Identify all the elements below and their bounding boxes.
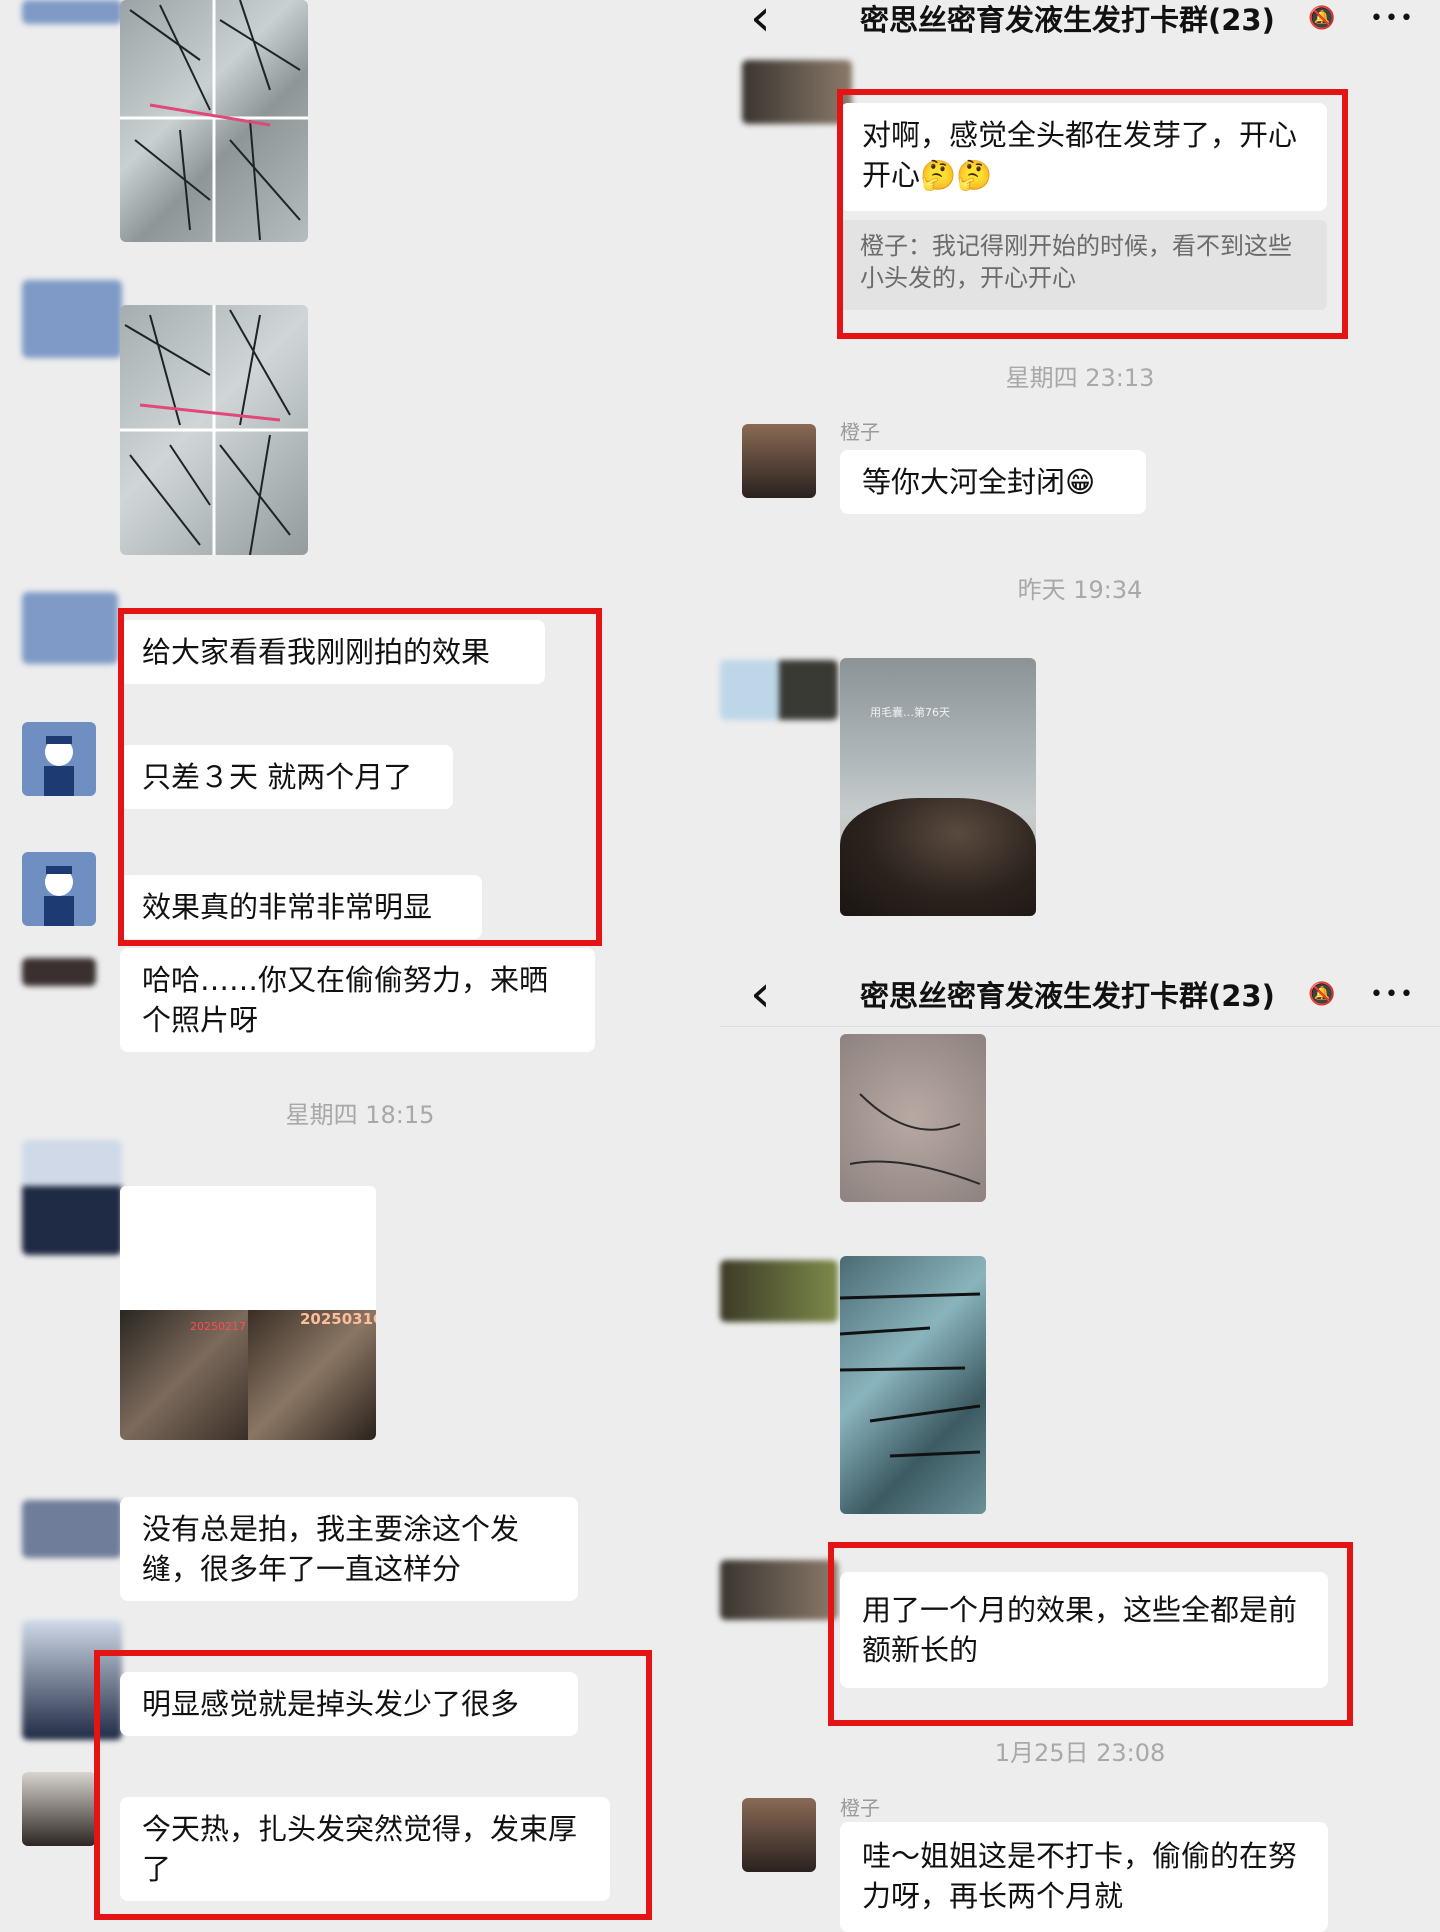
message-bubble[interactable]: 哈哈……你又在偷偷努力，来晒个照片呀	[120, 948, 595, 1052]
avatar-blurred[interactable]	[742, 60, 852, 124]
avatar-cartoon[interactable]	[22, 852, 96, 926]
avatar-blurred[interactable]	[22, 0, 122, 24]
scalp-closeup-image[interactable]	[840, 1034, 986, 1202]
photo-date-label: 20250217	[190, 1320, 246, 1333]
scalp-closeup-image[interactable]	[840, 1256, 986, 1514]
avatar-blurred[interactable]	[22, 280, 122, 358]
avatar-blurred[interactable]	[22, 592, 118, 664]
more-options-icon[interactable]: •••	[1370, 6, 1415, 31]
hair-scan-image[interactable]	[120, 305, 308, 555]
message-bubble[interactable]: 哇～姐姐这是不打卡，偷偷的在努力呀，再长两个月就	[840, 1822, 1328, 1932]
mute-icon: 🔕	[1308, 981, 1336, 1007]
avatar-photo[interactable]	[22, 1772, 96, 1846]
hair-part-photo-2[interactable]	[248, 1310, 376, 1440]
hair-scan-image[interactable]	[120, 0, 308, 242]
chat-title: 密思丝密育发液生发打卡群(23)	[860, 979, 1275, 1013]
scalp-photo[interactable]: 用毛囊…第76天	[840, 658, 1036, 916]
cartoon-icon	[44, 736, 74, 796]
timestamp: 昨天 19:34	[1017, 576, 1143, 604]
avatar-blurred[interactable]	[22, 1500, 122, 1558]
message-bubble[interactable]: 没有总是拍，我主要涂这个发缝，很多年了一直这样分	[120, 1497, 578, 1601]
avatar-cartoon[interactable]	[22, 722, 96, 796]
photo-comparison[interactable]: 20250217 2025031C	[120, 1186, 376, 1440]
timestamp: 星期四 18:15	[285, 1101, 435, 1129]
hair-strands-graphic	[120, 305, 308, 555]
chat-header: ‹ 密思丝密育发液生发打卡群(23) 🔕 •••	[720, 962, 1440, 1027]
back-icon[interactable]: ‹	[750, 0, 771, 44]
avatar-blurred[interactable]	[720, 1560, 838, 1620]
avatar-blurred[interactable]	[22, 958, 96, 986]
sender-name: 橙子	[840, 420, 880, 444]
cartoon-icon	[44, 866, 74, 926]
hair-strands-graphic	[849, 1093, 981, 1185]
avatar-photo[interactable]	[742, 1798, 816, 1872]
highlight-box	[837, 89, 1348, 339]
left-chat-panel: 给大家看看我刚刚拍的效果 只差３天 就两个月了 效果真的非常非常明显 哈哈……你…	[0, 0, 720, 1920]
message-bubble[interactable]: 等你大河全封闭😁	[840, 450, 1146, 514]
chat-header: ‹ 密思丝密育发液生发打卡群(23) 🔕 •••	[720, 0, 1440, 50]
hair-graphic	[840, 798, 1036, 916]
photo-date-label: 2025031C	[300, 1310, 376, 1328]
photo-caption: 用毛囊…第76天	[870, 706, 950, 719]
avatar-photo[interactable]	[742, 424, 816, 498]
hair-strands-graphic	[840, 1292, 981, 1458]
more-options-icon[interactable]: •••	[1370, 982, 1415, 1007]
sender-name: 橙子	[840, 1796, 880, 1820]
back-icon[interactable]: ‹	[750, 968, 771, 1020]
highlight-box	[118, 608, 602, 946]
avatar-blurred[interactable]	[720, 660, 838, 720]
timestamp: 1月25日 23:08	[994, 1739, 1166, 1767]
hair-strands-graphic	[120, 0, 308, 242]
avatar-blurred[interactable]	[720, 1260, 838, 1322]
highlight-box	[94, 1650, 652, 1920]
chat-title: 密思丝密育发液生发打卡群(23)	[860, 3, 1275, 37]
right-chat-panel: ‹ 密思丝密育发液生发打卡群(23) 🔕 ••• 对啊，感觉全头都在发芽了，开心…	[720, 0, 1440, 1932]
mute-icon: 🔕	[1308, 5, 1336, 31]
timestamp: 星期四 23:13	[1005, 364, 1155, 392]
highlight-box	[828, 1542, 1353, 1726]
avatar-blurred[interactable]	[22, 1140, 122, 1255]
